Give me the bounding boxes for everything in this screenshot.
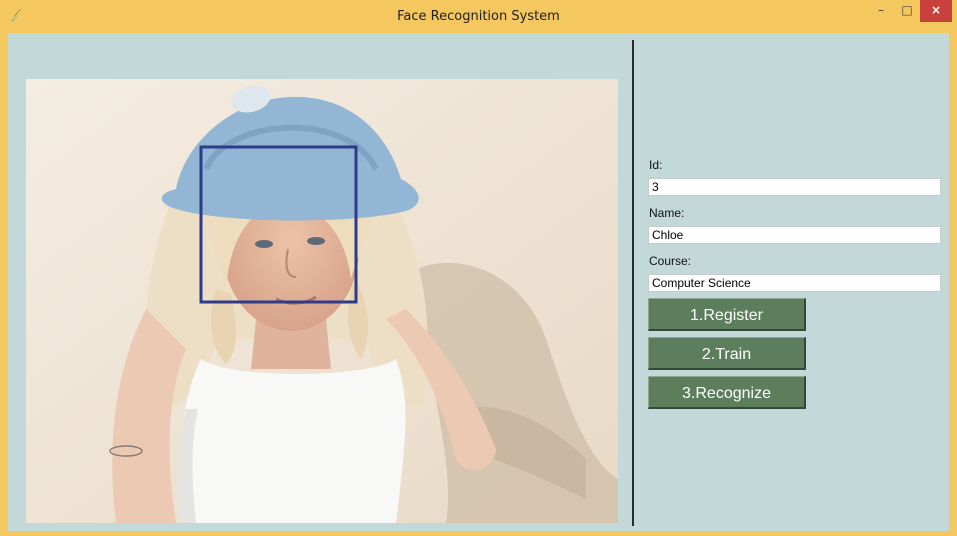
register-button[interactable]: 1.Register (648, 298, 806, 331)
id-label: Id: (649, 158, 663, 172)
vertical-divider (632, 40, 634, 526)
course-label: Course: (649, 254, 692, 268)
main-panel: Id: Name: Course: 1.Register 2.Train 3.R… (8, 33, 949, 531)
app-window: Face Recognition System – □ × Id: 3 Name… (0, 0, 957, 536)
close-button[interactable]: × (920, 0, 952, 22)
camera-photo (26, 79, 618, 523)
recognize-button[interactable]: 3.Recognize (648, 376, 806, 409)
name-label: Name: (649, 206, 685, 220)
portrait-photo-icon (26, 79, 618, 523)
course-field[interactable] (648, 274, 941, 292)
maximize-button[interactable]: □ (894, 0, 920, 22)
name-field[interactable] (648, 226, 941, 244)
window-title: Face Recognition System (397, 9, 560, 24)
title-bar[interactable]: Face Recognition System – □ × (0, 0, 957, 33)
minimize-button[interactable]: – (868, 0, 894, 22)
id-field[interactable] (648, 178, 941, 196)
train-button[interactable]: 2.Train (648, 337, 806, 370)
